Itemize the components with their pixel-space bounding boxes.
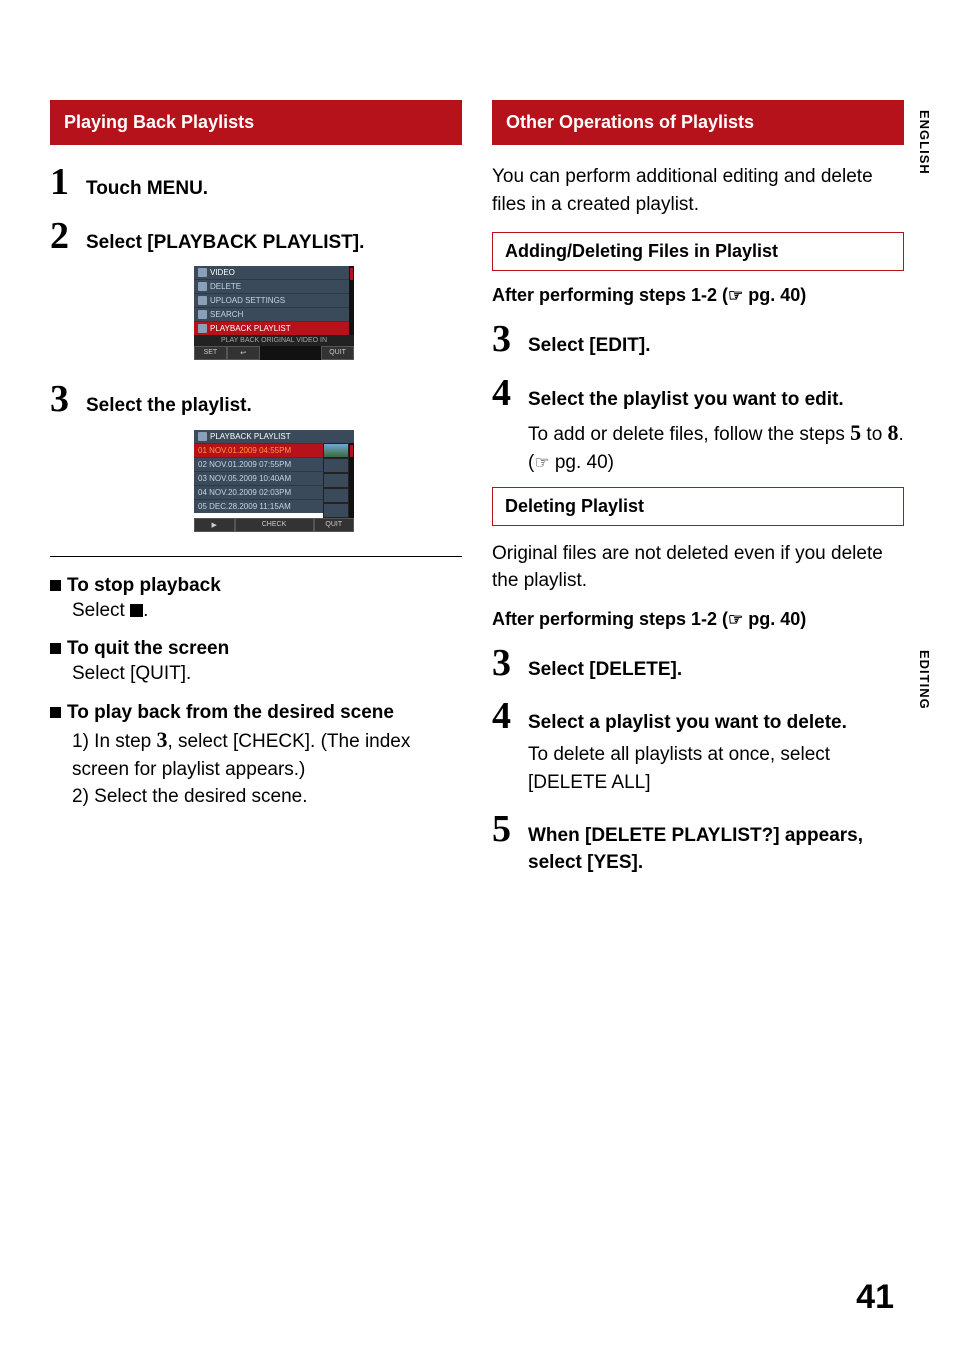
bullet-list: To stop playback Select . To quit the sc…: [50, 575, 462, 811]
bullet-text: 2) Select the desired scene.: [72, 783, 462, 811]
step-1: 1 Touch MENU.: [50, 163, 462, 203]
step-title: Select a playlist you want to delete.: [528, 710, 904, 737]
section-label: EDITING: [917, 650, 932, 710]
step-title: When [DELETE PLAYLIST?] appears, select …: [528, 823, 904, 876]
ui-list-item: 03 NOV.05.2009 10:40AM: [198, 474, 291, 483]
thumbnail-strip: [323, 443, 349, 518]
ui-btn-quit: QUIT: [314, 518, 355, 532]
playlist-screenshot: PLAYBACK PLAYLIST 01 NOV.01.2009 04:55PM…: [194, 430, 354, 532]
globe-icon: [198, 296, 207, 305]
bullet-play-from-scene: To play back from the desired scene 1) I…: [50, 702, 462, 811]
side-labels: ENGLISH EDITING: [882, 0, 932, 1357]
step-3b-right: 3 Select [DELETE].: [492, 644, 904, 684]
ui-list-item: 01 NOV.01.2009 04:55PM: [198, 446, 291, 455]
ui-row-label: PLAYBACK PLAYLIST: [210, 324, 291, 333]
ui-list-item: 04 NOV.20.2009 02:03PM: [198, 488, 291, 497]
section-bar-other-ops: Other Operations of Playlists: [492, 100, 904, 145]
hand-icon: ☞: [534, 453, 549, 472]
bullet-head: To quit the screen: [67, 638, 229, 659]
step-number: 2: [50, 217, 70, 255]
bullet-stop-playback: To stop playback Select .: [50, 575, 462, 625]
ui-btn-spacer: [260, 346, 322, 360]
step-5-right: 5 When [DELETE PLAYLIST?] appears, selec…: [492, 810, 904, 876]
scroll-bar: [349, 443, 354, 518]
step-number: 3: [50, 380, 70, 418]
inline-step-ref: 3: [157, 727, 168, 752]
hand-icon: ☞: [728, 286, 743, 305]
inline-step-ref: 5: [850, 420, 861, 445]
ui-row-label: SEARCH: [210, 310, 243, 319]
intro-text: You can perform additional editing and d…: [492, 163, 904, 218]
ui-btn-back: ↩: [227, 346, 260, 360]
lang-label: ENGLISH: [917, 110, 932, 175]
step-number: 5: [492, 810, 512, 848]
subhead-add-delete: Adding/Deleting Files in Playlist: [492, 232, 904, 271]
ui-helper-text: PLAY BACK ORIGINAL VIDEO IN: [194, 335, 354, 346]
step-title: Select the playlist.: [86, 393, 462, 420]
scroll-bar: [349, 266, 354, 335]
square-icon: [50, 643, 61, 654]
ui-footer: ▶ CHECK QUIT: [194, 518, 354, 532]
step-3: 3 Select the playlist. PLAYBACK PLAYLIST…: [50, 380, 462, 538]
ui-btn-play: ▶: [194, 518, 235, 532]
bullet-head: To stop playback: [67, 575, 221, 596]
step-3-right: 3 Select [EDIT].: [492, 320, 904, 360]
step-title: Select [EDIT].: [528, 333, 904, 360]
step-4-right: 4 Select the playlist you want to edit. …: [492, 374, 904, 477]
step-number: 4: [492, 697, 512, 735]
left-column: Playing Back Playlists 1 Touch MENU. 2 S…: [50, 100, 462, 886]
after-text: After performing steps 1-2 (: [492, 285, 728, 305]
divider: [50, 556, 462, 557]
bullet-quit-screen: To quit the screen Select [QUIT].: [50, 638, 462, 688]
para-delete-note: Original files are not deleted even if y…: [492, 540, 904, 595]
step-title: Select [PLAYBACK PLAYLIST].: [86, 230, 462, 257]
bullet-text: Select [QUIT].: [72, 660, 462, 688]
playlist-icon: [198, 324, 207, 333]
step-title: Touch MENU.: [86, 176, 462, 203]
ui-btn-check: CHECK: [235, 518, 314, 532]
bullet-text: Select: [72, 600, 130, 621]
step-subtext: To delete all playlists at once, select …: [528, 741, 904, 796]
step-title: Select [DELETE].: [528, 657, 904, 684]
menu-screenshot: VIDEO DELETE UPLOAD SETTINGS SEARCH PLAY…: [194, 266, 354, 360]
bullet-text: .: [143, 600, 148, 621]
step-4b-right: 4 Select a playlist you want to delete. …: [492, 697, 904, 796]
ui-row-label: UPLOAD SETTINGS: [210, 296, 285, 305]
ui-btn-set: SET: [194, 346, 227, 360]
step-2: 2 Select [PLAYBACK PLAYLIST]. VIDEO DELE…: [50, 217, 462, 367]
search-icon: [198, 310, 207, 319]
playlist-icon: [198, 432, 207, 441]
step-number: 3: [492, 644, 512, 682]
after-steps-line: After performing steps 1-2 (☞ pg. 40): [492, 609, 904, 630]
ui-header: PLAYBACK PLAYLIST: [210, 432, 291, 441]
step-subtext: To add or delete files, follow the steps…: [528, 417, 904, 476]
ui-row-label: DELETE: [210, 282, 241, 291]
after-steps-line: After performing steps 1-2 (☞ pg. 40): [492, 285, 904, 306]
square-icon: [50, 707, 61, 718]
ui-btn-quit: QUIT: [321, 346, 354, 360]
step-title: Select the playlist you want to edit.: [528, 387, 904, 414]
ui-list-item: 02 NOV.01.2009 07:55PM: [198, 460, 291, 469]
page-number: 41: [856, 1278, 894, 1317]
section-bar-playing-back: Playing Back Playlists: [50, 100, 462, 145]
after-text: After performing steps 1-2 (: [492, 609, 728, 629]
step-number: 3: [492, 320, 512, 358]
video-icon: [198, 268, 207, 277]
right-column: Other Operations of Playlists You can pe…: [492, 100, 904, 886]
after-text: pg. 40): [743, 285, 806, 305]
subhead-deleting: Deleting Playlist: [492, 487, 904, 526]
hand-icon: ☞: [728, 610, 743, 629]
bullet-text: 1) In step: [72, 731, 157, 752]
after-text: pg. 40): [743, 609, 806, 629]
square-icon: [50, 580, 61, 591]
ui-header: VIDEO: [210, 268, 235, 277]
ui-footer: SET ↩ QUIT: [194, 346, 354, 360]
stop-icon: [130, 604, 143, 617]
ui-list-item: 05 DEC.28.2009 11:15AM: [198, 502, 291, 511]
bullet-head: To play back from the desired scene: [67, 702, 394, 723]
step-number: 4: [492, 374, 512, 412]
step-number: 1: [50, 163, 70, 201]
trash-icon: [198, 282, 207, 291]
